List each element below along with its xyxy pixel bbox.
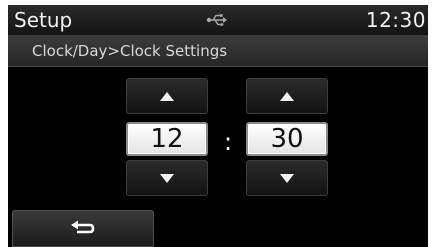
hour-value: 12: [126, 122, 208, 156]
triangle-down-icon: [160, 173, 174, 183]
status-bar: Setup 12:30: [8, 5, 428, 36]
triangle-down-icon: [280, 173, 294, 183]
breadcrumb-bar: Clock/Day>Clock Settings: [8, 36, 428, 67]
breadcrumb: Clock/Day>Clock Settings: [32, 42, 228, 60]
clock-display: 12:30: [365, 8, 426, 32]
usb-icon: [206, 14, 227, 26]
back-button[interactable]: [12, 210, 154, 247]
back-arrow-icon: [71, 220, 95, 233]
triangle-up-icon: [280, 91, 294, 101]
triangle-up-icon: [160, 91, 174, 101]
minute-down-button[interactable]: [246, 160, 328, 196]
minute-value: 30: [246, 122, 328, 156]
setup-screen: Setup 12:30 Clock/Day>Clock Settings 12 …: [8, 5, 428, 247]
hour-up-button[interactable]: [126, 78, 208, 114]
screen-title: Setup: [14, 8, 73, 32]
time-separator: :: [223, 128, 233, 156]
minute-up-button[interactable]: [246, 78, 328, 114]
hour-down-button[interactable]: [126, 160, 208, 196]
